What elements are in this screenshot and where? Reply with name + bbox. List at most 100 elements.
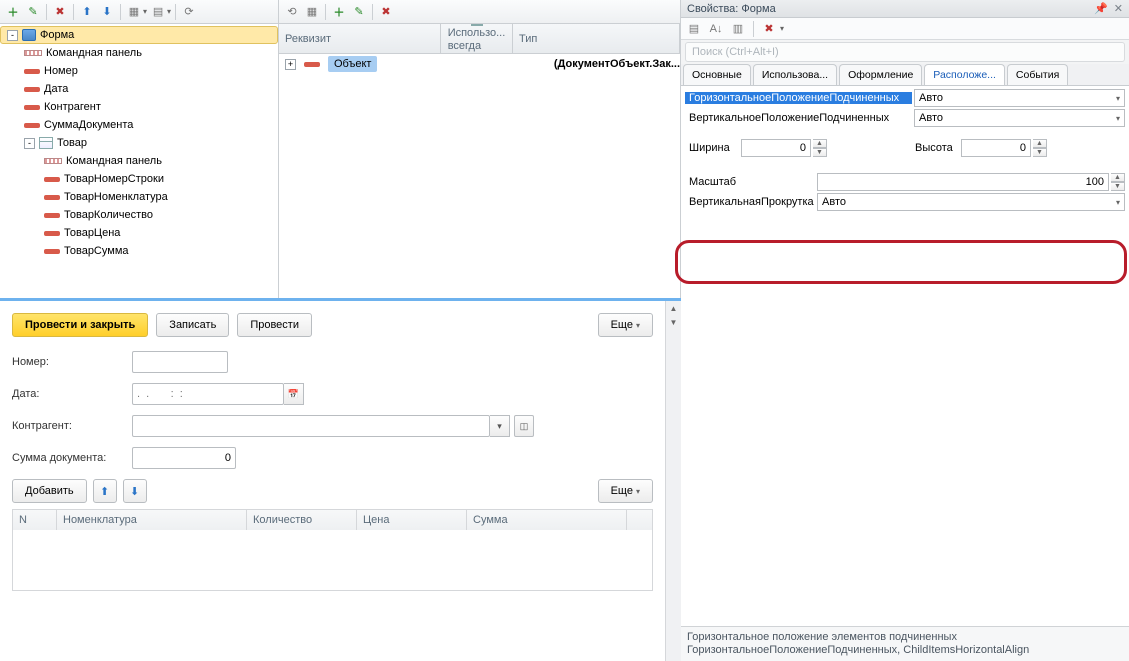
- props-toolbar: ▤ A↓ ▥ ✖▾: [681, 18, 1129, 40]
- cmd-icon: [44, 158, 62, 164]
- highlight-annotation: [675, 240, 1127, 284]
- prop-width-field[interactable]: [741, 139, 811, 157]
- tree-item[interactable]: -Товар: [0, 134, 278, 152]
- date-label: Дата:: [12, 388, 132, 400]
- attr-icon: [44, 177, 60, 182]
- number-field[interactable]: [132, 351, 228, 373]
- attr-icon: [44, 231, 60, 236]
- filter-icon[interactable]: ▥: [729, 20, 747, 38]
- add-row-button[interactable]: Добавить: [12, 479, 87, 503]
- prop-halign-label[interactable]: ГоризонтальноеПоложениеПодчиненных: [685, 92, 912, 104]
- edit-attr-icon[interactable]: ✎: [350, 3, 368, 21]
- sort-cat-icon[interactable]: ▤: [685, 20, 703, 38]
- tree-label: ТоварКоличество: [64, 209, 153, 221]
- number-label: Номер:: [12, 356, 132, 368]
- prop-valign-select[interactable]: Авто▾: [914, 109, 1125, 127]
- prop-vscroll-select[interactable]: Авто▾: [817, 193, 1125, 211]
- attr-icon: [24, 105, 40, 110]
- pin-icon[interactable]: 📌: [1094, 2, 1108, 15]
- delete-icon[interactable]: ✖: [51, 3, 69, 21]
- del-attr-icon[interactable]: ✖: [377, 3, 395, 21]
- expand-icon[interactable]: -: [24, 138, 35, 149]
- expand-icon[interactable]: +: [285, 59, 296, 70]
- props-body: ГоризонтальноеПоложениеПодчиненных Авто▾…: [681, 86, 1129, 626]
- attr-icon: [44, 195, 60, 200]
- down-icon[interactable]: ⬇: [98, 3, 116, 21]
- attr-icon: [44, 213, 60, 218]
- object-row[interactable]: + Объект (ДокументОбъект.Зак...: [279, 54, 680, 74]
- prop-height-field[interactable]: [961, 139, 1031, 157]
- move-down-icon[interactable]: ⬇: [123, 479, 147, 503]
- close-icon[interactable]: ✕: [1114, 2, 1123, 15]
- refresh-icon[interactable]: ⟳: [180, 3, 198, 21]
- props-tab[interactable]: Расположе...: [924, 64, 1005, 85]
- tree-item[interactable]: Контрагент: [0, 98, 278, 116]
- refresh-attrs-icon[interactable]: ⟲: [283, 3, 301, 21]
- props-tab[interactable]: События: [1007, 64, 1068, 85]
- contractor-field[interactable]: [132, 415, 490, 437]
- post-close-button[interactable]: Провести и закрыть: [12, 313, 148, 337]
- up-icon[interactable]: ⬆: [78, 3, 96, 21]
- col-header[interactable]: N: [13, 510, 57, 530]
- tree-label: Командная панель: [46, 47, 142, 59]
- tree-item[interactable]: Номер: [0, 62, 278, 80]
- tree-label: ТоварЦена: [64, 227, 120, 239]
- tree-label: Форма: [40, 29, 74, 41]
- tree-label: СуммаДокумента: [44, 119, 133, 131]
- more-button[interactable]: Еще▾: [598, 313, 653, 337]
- spin-down-icon[interactable]: ▼: [813, 148, 827, 157]
- clear-icon[interactable]: ✖: [760, 20, 778, 38]
- dropdown-icon[interactable]: ▾: [490, 415, 510, 437]
- col-header[interactable]: Сумма: [467, 510, 627, 530]
- props-tab[interactable]: Основные: [683, 64, 751, 85]
- col-header[interactable]: Количество: [247, 510, 357, 530]
- props-search[interactable]: Поиск (Ctrl+Alt+I): [685, 42, 1125, 62]
- tree-item[interactable]: Командная панель: [0, 152, 278, 170]
- tree-item[interactable]: Командная панель: [0, 44, 278, 62]
- attr-icon: [44, 249, 60, 254]
- tree-item[interactable]: ТоварСумма: [0, 242, 278, 260]
- tree-item[interactable]: ТоварНомерСтроки: [0, 170, 278, 188]
- date-field[interactable]: [132, 383, 284, 405]
- form-preview: Провести и закрыть Записать Провести Еще…: [0, 301, 665, 661]
- tree-item[interactable]: Дата: [0, 80, 278, 98]
- preview-vscroll[interactable]: ▲ ▼: [665, 301, 681, 661]
- grid-icon[interactable]: ▦: [125, 3, 143, 21]
- col-header[interactable]: Цена: [357, 510, 467, 530]
- spin-up-icon[interactable]: ▲: [813, 139, 827, 148]
- open-icon[interactable]: ◫: [514, 415, 534, 437]
- expand-icon[interactable]: -: [7, 30, 18, 41]
- save-button[interactable]: Записать: [156, 313, 229, 337]
- tree-label: Контрагент: [44, 101, 101, 113]
- sum-field[interactable]: [132, 447, 236, 469]
- edit-icon[interactable]: ✎: [24, 3, 42, 21]
- props-tab[interactable]: Оформление: [839, 64, 922, 85]
- contractor-label: Контрагент:: [12, 420, 132, 432]
- tree-item[interactable]: ТоварКоличество: [0, 206, 278, 224]
- tree-item[interactable]: - Форма: [0, 26, 278, 44]
- tree-item[interactable]: СуммаДокумента: [0, 116, 278, 134]
- post-button[interactable]: Провести: [237, 313, 312, 337]
- prop-scale-field[interactable]: [817, 173, 1109, 191]
- add-icon[interactable]: ＋: [4, 3, 22, 21]
- prop-width-label: Ширина: [685, 142, 739, 154]
- move-up-icon[interactable]: ⬆: [93, 479, 117, 503]
- tree-label: Дата: [44, 83, 68, 95]
- col-header[interactable]: Номенклатура: [57, 510, 247, 530]
- items-table[interactable]: NНоменклатураКоличествоЦенаСумма: [12, 509, 653, 591]
- tree-item[interactable]: ТоварНоменклатура: [0, 188, 278, 206]
- calendar-icon[interactable]: 📅: [284, 383, 304, 405]
- table-more-button[interactable]: Еще▾: [598, 479, 653, 503]
- prop-vscroll-label: ВертикальнаяПрокрутка: [685, 196, 815, 208]
- prop-valign-label: ВертикальноеПоложениеПодчиненных: [685, 112, 912, 124]
- tree-label: Командная панель: [66, 155, 162, 167]
- attrs-header: Реквизит Использо...всегда Тип: [279, 24, 680, 54]
- columns-icon[interactable]: ▦: [303, 3, 321, 21]
- sum-label: Сумма документа:: [12, 452, 132, 464]
- props-tab[interactable]: Использова...: [753, 64, 837, 85]
- tree-item[interactable]: ТоварЦена: [0, 224, 278, 242]
- grid2-icon[interactable]: ▤: [149, 3, 167, 21]
- prop-halign-select[interactable]: Авто▾: [914, 89, 1125, 107]
- add-attr-icon[interactable]: ＋: [330, 3, 348, 21]
- sort-az-icon[interactable]: A↓: [707, 20, 725, 38]
